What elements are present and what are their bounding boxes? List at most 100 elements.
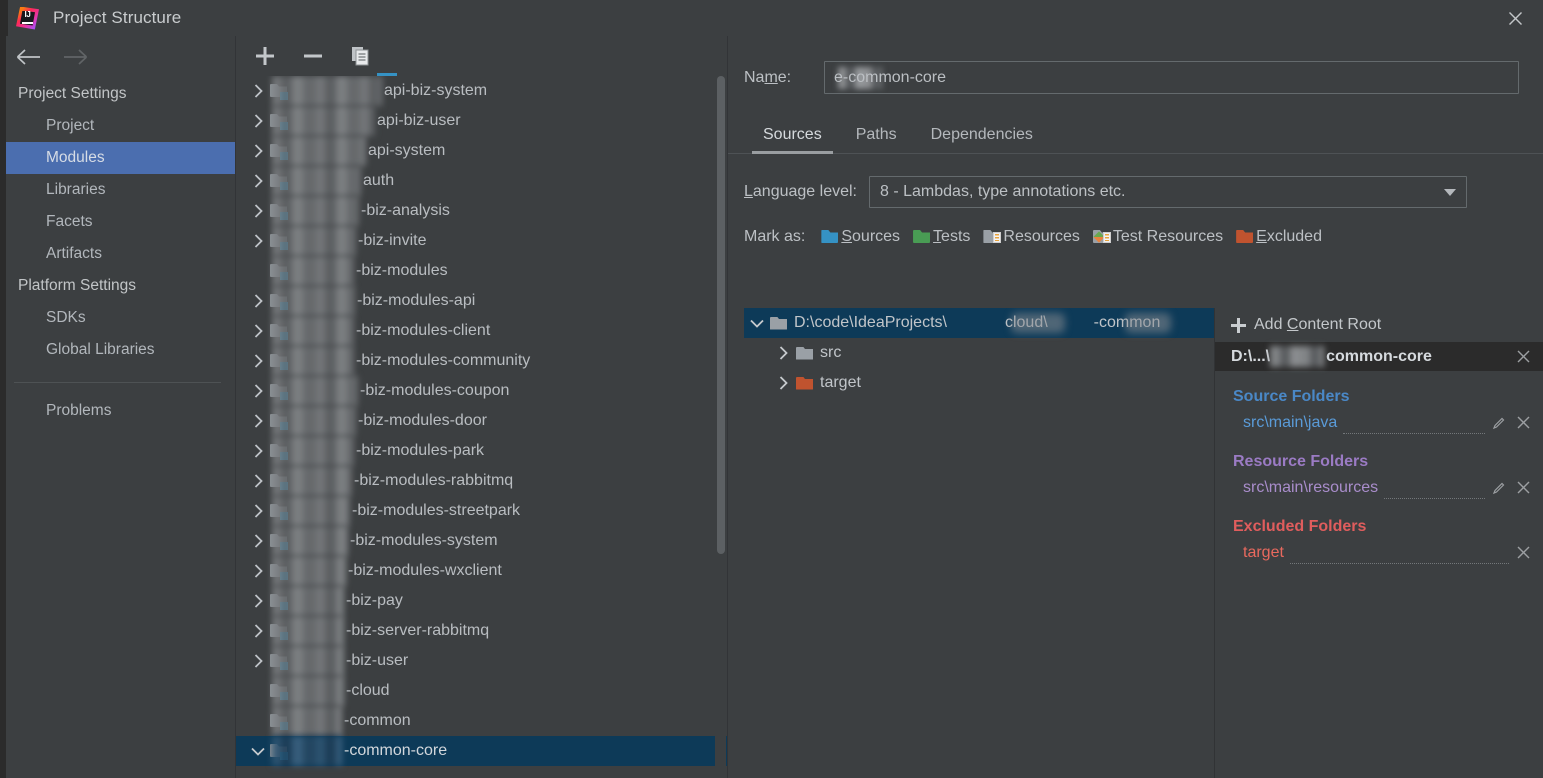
sidebar-left-edge [0,36,6,778]
module-row[interactable]: api-system [236,136,727,166]
module-row[interactable]: -biz-modules-api [236,286,727,316]
mark-as-tests-button[interactable]: Tests [913,228,970,246]
chevron-down-icon[interactable] [744,319,770,328]
module-expand-toggle[interactable] [246,564,270,578]
module-expand-toggle[interactable] [246,384,270,398]
module-row[interactable]: -cloud [236,676,727,706]
module-row[interactable]: api-biz-system [236,76,727,106]
module-expand-toggle[interactable] [246,294,270,308]
module-expand-toggle[interactable] [246,444,270,458]
module-row[interactable]: -biz-modules-client [236,316,727,346]
module-list-scrollbar-thumb[interactable] [717,76,725,554]
add-content-root-button[interactable]: Add Content Root [1215,308,1543,342]
tab-dependencies[interactable]: Dependencies [920,126,1044,154]
module-expand-toggle[interactable] [246,414,270,428]
module-expand-toggle[interactable] [246,84,270,98]
mark-as-sources-button[interactable]: Sources [821,228,900,246]
module-expand-toggle[interactable] [246,624,270,638]
module-row[interactable]: -biz-server-rabbitmq [236,616,727,646]
mark-as-test-resources-button[interactable]: Test Resources [1092,228,1223,246]
module-expand-toggle[interactable] [246,534,270,548]
module-row[interactable]: -biz-pay [236,586,727,616]
remove-content-root-button[interactable] [1515,349,1531,365]
module-expand-toggle[interactable] [246,474,270,488]
module-folder-icon [270,623,288,640]
remove-excluded-folder-button[interactable] [1515,545,1531,561]
module-tree[interactable]: api-biz-system api-biz-user api-system auth… [236,76,727,778]
module-row[interactable]: -biz-invite [236,226,727,256]
module-expand-toggle[interactable] [246,234,270,248]
module-row[interactable]: -biz-modules-coupon [236,376,727,406]
add-module-button[interactable] [252,43,278,69]
remove-resource-folder-button[interactable] [1515,480,1531,496]
module-row[interactable]: -biz-modules-community [236,346,727,376]
module-row[interactable]: -biz-modules [236,256,727,286]
module-expand-toggle[interactable] [246,174,270,188]
chevron-right-icon [254,354,263,368]
module-list-scrollbar[interactable] [715,76,726,778]
sidebar-item-artifacts[interactable]: Artifacts [0,238,235,270]
module-row[interactable]: auth [236,166,727,196]
module-name-input[interactable]: e-common-core [824,61,1519,94]
content-root-row[interactable]: D:\code\IdeaProjects\cloud\-common [744,308,1214,338]
tab-sources[interactable]: Sources [752,126,833,154]
edit-source-folder-button[interactable] [1491,415,1507,431]
resource-folder-row[interactable]: src\main\resources [1215,474,1543,501]
module-expand-toggle[interactable] [246,747,270,756]
arrow-left-icon[interactable] [16,48,42,66]
module-expand-toggle[interactable] [246,324,270,338]
source-folders-group: Source Folders src\main\java [1215,371,1543,436]
language-level-select[interactable]: 8 - Lambdas, type annotations etc. [869,176,1467,208]
mark-as-excluded-label: Excluded [1256,228,1322,245]
chevron-right-icon[interactable] [770,346,796,360]
module-row[interactable]: -biz-modules-door [236,406,727,436]
sidebar-divider [14,382,221,383]
content-roots-sidebar: Add Content Root D:\...\ common-core Sou… [1215,308,1543,778]
remove-module-button[interactable] [300,43,326,69]
module-row[interactable]: -common-core [236,736,727,766]
module-expand-toggle[interactable] [246,594,270,608]
remove-source-folder-button[interactable] [1515,415,1531,431]
pencil-icon [1492,417,1505,429]
module-expand-toggle[interactable] [246,354,270,368]
edit-resource-folder-button[interactable] [1491,480,1507,496]
arrow-right-icon[interactable] [62,48,88,66]
module-row[interactable]: -common [236,706,727,736]
module-expand-toggle[interactable] [246,114,270,128]
chevron-right-icon[interactable] [770,376,796,390]
sidebar-item-sdks[interactable]: SDKs [0,302,235,334]
sidebar-item-global-libraries[interactable]: Global Libraries [0,334,235,366]
module-row[interactable]: -biz-modules-streetpark [236,496,727,526]
module-expand-toggle[interactable] [246,504,270,518]
mark-as-resources-button[interactable]: Resources [983,228,1080,246]
module-row[interactable]: -biz-analysis [236,196,727,226]
source-folder-row[interactable]: src\main\java [1215,409,1543,436]
close-window-button[interactable] [1487,0,1543,36]
dotted-leader [1384,485,1485,499]
tree-row-target[interactable]: target [744,368,1214,398]
copy-module-button[interactable] [348,43,374,69]
module-row[interactable]: -biz-modules-system [236,526,727,556]
module-expand-toggle[interactable] [246,204,270,218]
module-expand-toggle[interactable] [246,654,270,668]
module-row[interactable]: -biz-modules-rabbitmq [236,466,727,496]
mark-as-excluded-button[interactable]: Excluded [1236,228,1322,246]
module-name: -biz-modules-coupon [360,382,510,399]
tree-row-src[interactable]: src [744,338,1214,368]
sidebar-item-libraries[interactable]: Libraries [0,174,235,206]
module-row[interactable]: -biz-modules-wxclient [236,556,727,586]
sidebar-item-problems[interactable]: Problems [0,395,235,427]
module-name: api-system [368,142,446,159]
module-row[interactable]: -biz-user [236,646,727,676]
content-root-tree[interactable]: D:\code\IdeaProjects\cloud\-common src [744,308,1215,778]
module-expand-toggle[interactable] [246,144,270,158]
module-row[interactable]: api-biz-user [236,106,727,136]
tab-paths[interactable]: Paths [845,126,908,154]
sidebar-item-facets[interactable]: Facets [0,206,235,238]
module-name: api-biz-system [384,82,488,99]
module-folder-icon [270,113,288,130]
excluded-folder-row[interactable]: target [1215,539,1543,566]
sidebar-item-modules[interactable]: Modules [0,142,235,174]
module-row[interactable]: -biz-modules-park [236,436,727,466]
sidebar-item-project[interactable]: Project [0,110,235,142]
